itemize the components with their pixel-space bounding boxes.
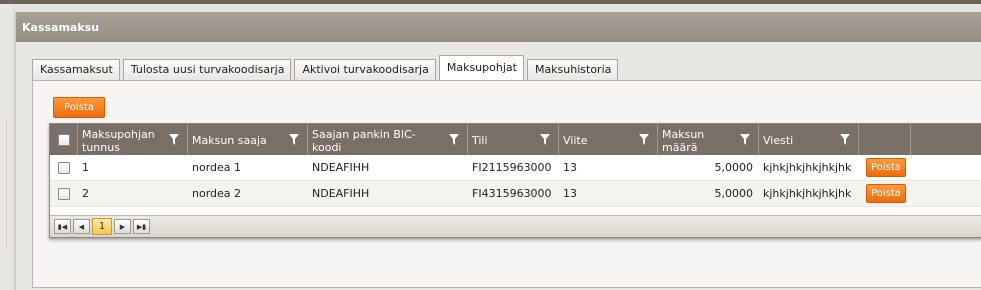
tab-aktivoi-turvakoodisarja[interactable]: Aktivoi turvakoodisarja	[294, 59, 436, 80]
filter-icon[interactable]	[289, 134, 299, 145]
cell-tunnus: 2	[82, 186, 89, 200]
column-header-maksun-maara[interactable]: Maksun määrä	[658, 124, 759, 155]
cell-tunnus: 1	[82, 160, 89, 174]
column-label: Maksupohjan tunnus	[82, 127, 155, 154]
tab-maksuhistoria[interactable]: Maksuhistoria	[526, 59, 619, 80]
top-border	[0, 0, 981, 4]
left-gutter	[0, 4, 14, 290]
cell-viesti: kjhkjhkjhkjhkjhk	[763, 186, 852, 200]
row-checkbox[interactable]	[58, 161, 70, 174]
column-label: Viite	[563, 134, 588, 147]
row-checkbox[interactable]	[58, 187, 70, 200]
select-all-cell	[50, 124, 78, 155]
cell-maksun-saaja: nordea 1	[192, 160, 242, 174]
column-label: Tili	[472, 134, 488, 147]
filter-icon[interactable]	[540, 134, 550, 145]
column-label: Viesti	[763, 134, 794, 147]
tab-bar: Kassamaksut Tulosta uusi turvakoodisarja…	[32, 54, 621, 81]
panel-title: Kassamaksu	[16, 12, 981, 42]
column-label: Saajan pankin BIC-koodi	[312, 127, 416, 154]
cell-tili: FI2115963000	[472, 160, 552, 174]
column-header-viite[interactable]: Viite	[559, 124, 658, 155]
column-header-actions	[859, 124, 911, 155]
cell-viesti: kjhkjhkjhkjhkjhk	[763, 160, 852, 174]
select-all-checkbox[interactable]	[57, 133, 70, 146]
filter-icon[interactable]	[840, 134, 850, 145]
table-row[interactable]: 2 nordea 2 NDEAFIHH FI4315963000 13 5,00…	[50, 181, 981, 207]
cell-maksun-saaja: nordea 2	[192, 186, 242, 200]
first-page-icon[interactable]: ▮◀	[54, 219, 71, 234]
kassamaksu-panel: Kassamaksu Kassamaksut Tulosta uusi turv…	[15, 12, 981, 290]
tab-kassamaksut[interactable]: Kassamaksut	[32, 59, 120, 80]
prev-page-icon[interactable]: ◀	[73, 219, 90, 234]
column-label: Maksun saaja	[192, 134, 267, 147]
pager: ▮◀ ◀ 1 ▶ ▶▮	[50, 215, 981, 237]
cell-bic: NDEAFIHH	[312, 186, 370, 200]
cell-maksun-maara: 5,0000	[714, 160, 754, 174]
row-delete-button[interactable]: Poista	[866, 184, 906, 203]
tab-maksupohjat[interactable]: Maksupohjat	[438, 55, 524, 81]
cell-bic: NDEAFIHH	[312, 160, 370, 174]
page-number-current[interactable]: 1	[92, 218, 112, 235]
tab-content-maksupohjat: Poista Maksupohjan tunnus Maksun saaja S…	[32, 80, 981, 288]
column-header-viesti[interactable]: Viesti	[759, 124, 859, 155]
cell-maksun-maara: 5,0000	[714, 186, 754, 200]
cell-viite: 13	[563, 160, 577, 174]
tab-tulosta-uusi-turvakoodisarja[interactable]: Tulosta uusi turvakoodisarja	[122, 59, 292, 80]
row-delete-button[interactable]: Poista	[866, 158, 906, 177]
filter-icon[interactable]	[740, 134, 750, 145]
table-row[interactable]: 1 nordea 1 NDEAFIHH FI2115963000 13 5,00…	[50, 155, 981, 181]
cell-viite: 13	[563, 186, 577, 200]
cell-tili: FI4315963000	[472, 186, 552, 200]
next-page-icon[interactable]: ▶	[114, 219, 131, 234]
column-header-maksun-saaja[interactable]: Maksun saaja	[188, 124, 308, 155]
last-page-icon[interactable]: ▶▮	[133, 219, 150, 234]
column-header-tili[interactable]: Tili	[468, 124, 559, 155]
grid-header: Maksupohjan tunnus Maksun saaja Saajan p…	[50, 124, 981, 155]
filter-icon[interactable]	[169, 134, 179, 145]
filter-icon[interactable]	[639, 134, 649, 145]
column-label: Maksun määrä	[662, 127, 705, 154]
column-header-bic[interactable]: Saajan pankin BIC-koodi	[308, 124, 468, 155]
delete-selected-button[interactable]: Poista	[53, 97, 105, 118]
column-header-tunnus[interactable]: Maksupohjan tunnus	[78, 124, 188, 155]
filter-icon[interactable]	[449, 134, 459, 145]
payment-templates-grid: Maksupohjan tunnus Maksun saaja Saajan p…	[49, 123, 981, 238]
